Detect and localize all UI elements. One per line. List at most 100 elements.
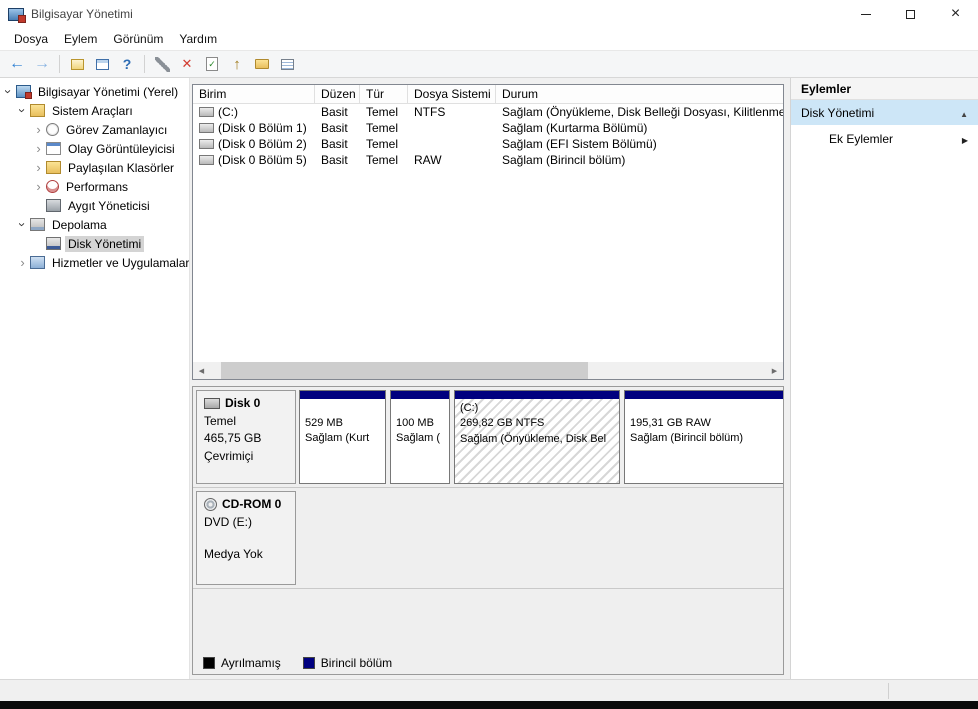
chevron-right-icon[interactable]	[32, 122, 45, 137]
partition-block[interactable]: 195,31 GB RAW Sağlam (Birincil bölüm)	[624, 390, 784, 484]
close-button[interactable]	[933, 0, 978, 28]
tree-item-storage[interactable]: Depolama	[0, 215, 189, 234]
volume-list-header: Birim Düzen Tür Dosya Sistemi Durum	[193, 85, 783, 104]
actions-panel: Eylemler Disk Yönetimi Ek Eylemler	[790, 78, 978, 679]
partition-block[interactable]: 529 MB Sağlam (Kurt	[299, 390, 386, 484]
primary-partition-swatch	[303, 657, 315, 669]
collapse-section-icon[interactable]	[960, 106, 968, 120]
tree-item-event-viewer[interactable]: Olay Görüntüleyicisi	[0, 139, 189, 158]
partition-status: Sağlam (Birincil bölüm)	[630, 431, 784, 446]
column-header-duzen[interactable]: Düzen	[315, 85, 360, 103]
volume-list-empty-area	[193, 168, 783, 362]
status-bar-divider	[888, 683, 889, 699]
table-row[interactable]: (Disk 0 Bölüm 2) Basit Temel Sağlam (EFI…	[193, 136, 783, 152]
toolbar-separator	[144, 55, 145, 73]
console-window-icon[interactable]	[66, 53, 88, 75]
horizontal-scrollbar[interactable]	[193, 362, 783, 379]
legend: Ayrılmamış Birincil bölüm	[193, 652, 783, 674]
partition-status: Sağlam (Önyükleme, Disk Bel	[460, 432, 614, 447]
tree-item-computer-management[interactable]: Bilgisayar Yönetimi (Yerel)	[0, 82, 189, 101]
disk-management-panel: Birim Düzen Tür Dosya Sistemi Durum (C:)…	[190, 78, 790, 679]
table-row[interactable]: (C:) Basit Temel NTFS Sağlam (Önyükleme,…	[193, 104, 783, 120]
scroll-left-icon[interactable]	[193, 362, 210, 379]
legend-primary-partition: Birincil bölüm	[303, 656, 392, 670]
delete-icon[interactable]	[176, 53, 198, 75]
chevron-right-icon[interactable]	[16, 255, 29, 270]
chevron-down-icon[interactable]	[1, 85, 16, 98]
tree-item-performance[interactable]: Performans	[0, 177, 189, 196]
console-tree-panel: Bilgisayar Yönetimi (Yerel) Sistem Araçl…	[0, 78, 190, 679]
shared-folders-icon	[46, 161, 61, 174]
toolbar-separator	[59, 55, 60, 73]
column-header-tur[interactable]: Tür	[360, 85, 408, 103]
details-view-icon[interactable]	[276, 53, 298, 75]
disk-management-icon	[46, 237, 61, 250]
partition-block[interactable]: 100 MB Sağlam (	[390, 390, 450, 484]
partition-color-bar	[300, 391, 385, 399]
scrollbar-track[interactable]	[210, 362, 766, 379]
tree-item-device-manager[interactable]: Aygıt Yöneticisi	[0, 196, 189, 215]
partition-size: 100 MB	[396, 416, 444, 431]
back-icon[interactable]	[6, 53, 28, 75]
computer-management-icon	[16, 85, 31, 98]
performance-icon	[46, 180, 59, 193]
services-icon	[30, 256, 45, 269]
legend-unallocated: Ayrılmamış	[203, 656, 281, 670]
tree-item-services-applications[interactable]: Hizmetler ve Uygulamalar	[0, 253, 189, 272]
cdrom-blank-line	[204, 532, 288, 545]
menu-dosya[interactable]: Dosya	[6, 29, 56, 49]
partition-color-bar	[625, 391, 784, 399]
menu-gorunum[interactable]: Görünüm	[105, 29, 171, 49]
tree-item-system-tools[interactable]: Sistem Araçları	[0, 101, 189, 120]
folder-icon[interactable]	[251, 53, 273, 75]
toolbar	[0, 50, 978, 78]
chevron-right-icon[interactable]	[32, 179, 45, 194]
column-header-durum[interactable]: Durum	[496, 85, 783, 103]
device-manager-icon	[46, 199, 61, 212]
scrollbar-thumb[interactable]	[221, 362, 588, 379]
volume-icon	[199, 139, 214, 149]
column-header-birim[interactable]: Birim	[193, 85, 315, 103]
column-header-dosya-sistemi[interactable]: Dosya Sistemi	[408, 85, 496, 103]
partition-title	[305, 401, 380, 416]
action-more-actions[interactable]: Ek Eylemler	[791, 125, 978, 152]
volume-icon	[199, 123, 214, 133]
forward-icon[interactable]	[31, 53, 53, 75]
minimize-button[interactable]	[843, 0, 888, 28]
menu-yardim[interactable]: Yardım	[171, 29, 225, 49]
partition-title: (C:)	[460, 401, 614, 416]
properties-table-icon[interactable]	[91, 53, 113, 75]
disk-size: 465,75 GB	[204, 431, 288, 447]
maximize-icon	[906, 10, 915, 19]
table-row[interactable]: (Disk 0 Bölüm 1) Basit Temel Sağlam (Kur…	[193, 120, 783, 136]
graphical-disk-view: Disk 0 Temel 465,75 GB Çevrimiçi 529 MB …	[192, 386, 784, 675]
table-row[interactable]: (Disk 0 Bölüm 5) Basit Temel RAW Sağlam …	[193, 152, 783, 168]
chevron-right-icon[interactable]	[32, 141, 45, 156]
help-icon[interactable]	[116, 53, 138, 75]
disk-0-label[interactable]: Disk 0 Temel 465,75 GB Çevrimiçi	[196, 390, 296, 484]
actions-panel-title: Eylemler	[791, 78, 978, 100]
action-disk-management[interactable]: Disk Yönetimi	[791, 100, 978, 125]
maximize-button[interactable]	[888, 0, 933, 28]
chevron-down-icon[interactable]	[15, 104, 30, 117]
wrench-icon[interactable]	[151, 53, 173, 75]
disk-status: Çevrimiçi	[204, 449, 288, 465]
volume-icon	[199, 155, 214, 165]
cdrom-0-label[interactable]: CD-ROM 0 DVD (E:) Medya Yok	[196, 491, 296, 585]
check-document-icon[interactable]	[201, 53, 223, 75]
unallocated-swatch	[203, 657, 215, 669]
partition-block-c[interactable]: (C:) 269,82 GB NTFS Sağlam (Önyükleme, D…	[454, 390, 620, 484]
tree-item-task-scheduler[interactable]: Görev Zamanlayıcı	[0, 120, 189, 139]
disk-drive-icon	[204, 398, 220, 409]
chevron-down-icon[interactable]	[15, 218, 30, 231]
tree-item-disk-management[interactable]: Disk Yönetimi	[0, 234, 189, 253]
window-title: Bilgisayar Yönetimi	[31, 7, 133, 21]
scroll-right-icon[interactable]	[766, 362, 783, 379]
menu-eylem[interactable]: Eylem	[56, 29, 105, 49]
tree-item-shared-folders[interactable]: Paylaşılan Klasörler	[0, 158, 189, 177]
chevron-right-icon[interactable]	[32, 160, 45, 175]
cd-rom-icon	[204, 498, 217, 511]
system-tools-icon	[30, 104, 45, 117]
up-arrow-icon[interactable]	[226, 53, 248, 75]
disk-type: Temel	[204, 414, 288, 430]
